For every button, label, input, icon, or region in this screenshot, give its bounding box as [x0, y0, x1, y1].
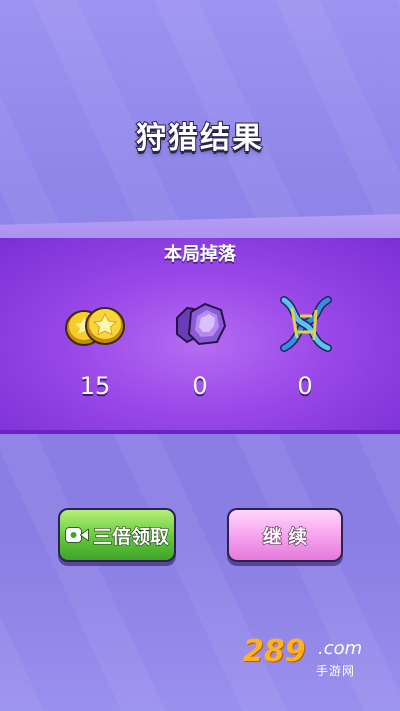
band-bottom-edge	[0, 430, 400, 434]
purple-gem-icon	[176, 302, 227, 346]
dna-icon	[280, 296, 332, 352]
continue-button[interactable]: 继 续	[227, 508, 343, 562]
continue-label: 继 续	[262, 525, 308, 548]
page-title: 狩猎结果	[135, 120, 264, 157]
watermark-domain: .com	[318, 638, 363, 659]
coin-count: 15	[79, 372, 111, 400]
drop-item-dna: 0	[260, 290, 350, 400]
gem-count: 0	[192, 372, 208, 400]
triple-claim-label: 三倍领取	[92, 525, 169, 548]
drop-item-coins: 15	[50, 290, 140, 400]
watermark-logo: 289	[243, 634, 306, 669]
drop-item-gems: 0	[155, 290, 245, 400]
drops-header: 本局掉落	[164, 244, 236, 265]
triple-claim-button[interactable]: 三倍领取	[58, 508, 176, 562]
dna-count: 0	[297, 372, 313, 400]
gold-coin-icon	[65, 307, 125, 346]
watermark-subtitle: 手游网	[316, 664, 356, 678]
video-icon	[65, 527, 89, 543]
